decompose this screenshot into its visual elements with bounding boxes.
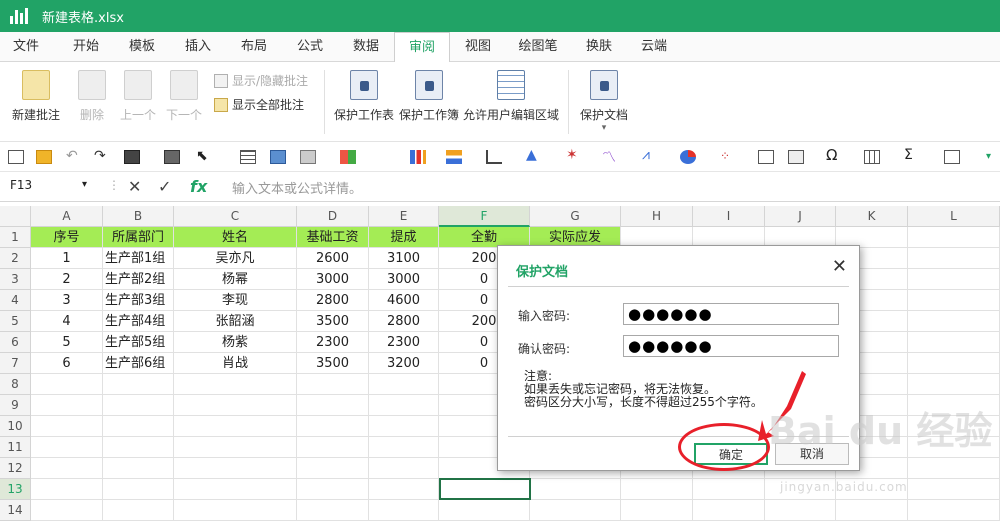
baidu-watermark-url: jingyan.baidu.com (780, 480, 908, 494)
baidu-watermark-logo: Bai du 经验 (768, 409, 993, 453)
